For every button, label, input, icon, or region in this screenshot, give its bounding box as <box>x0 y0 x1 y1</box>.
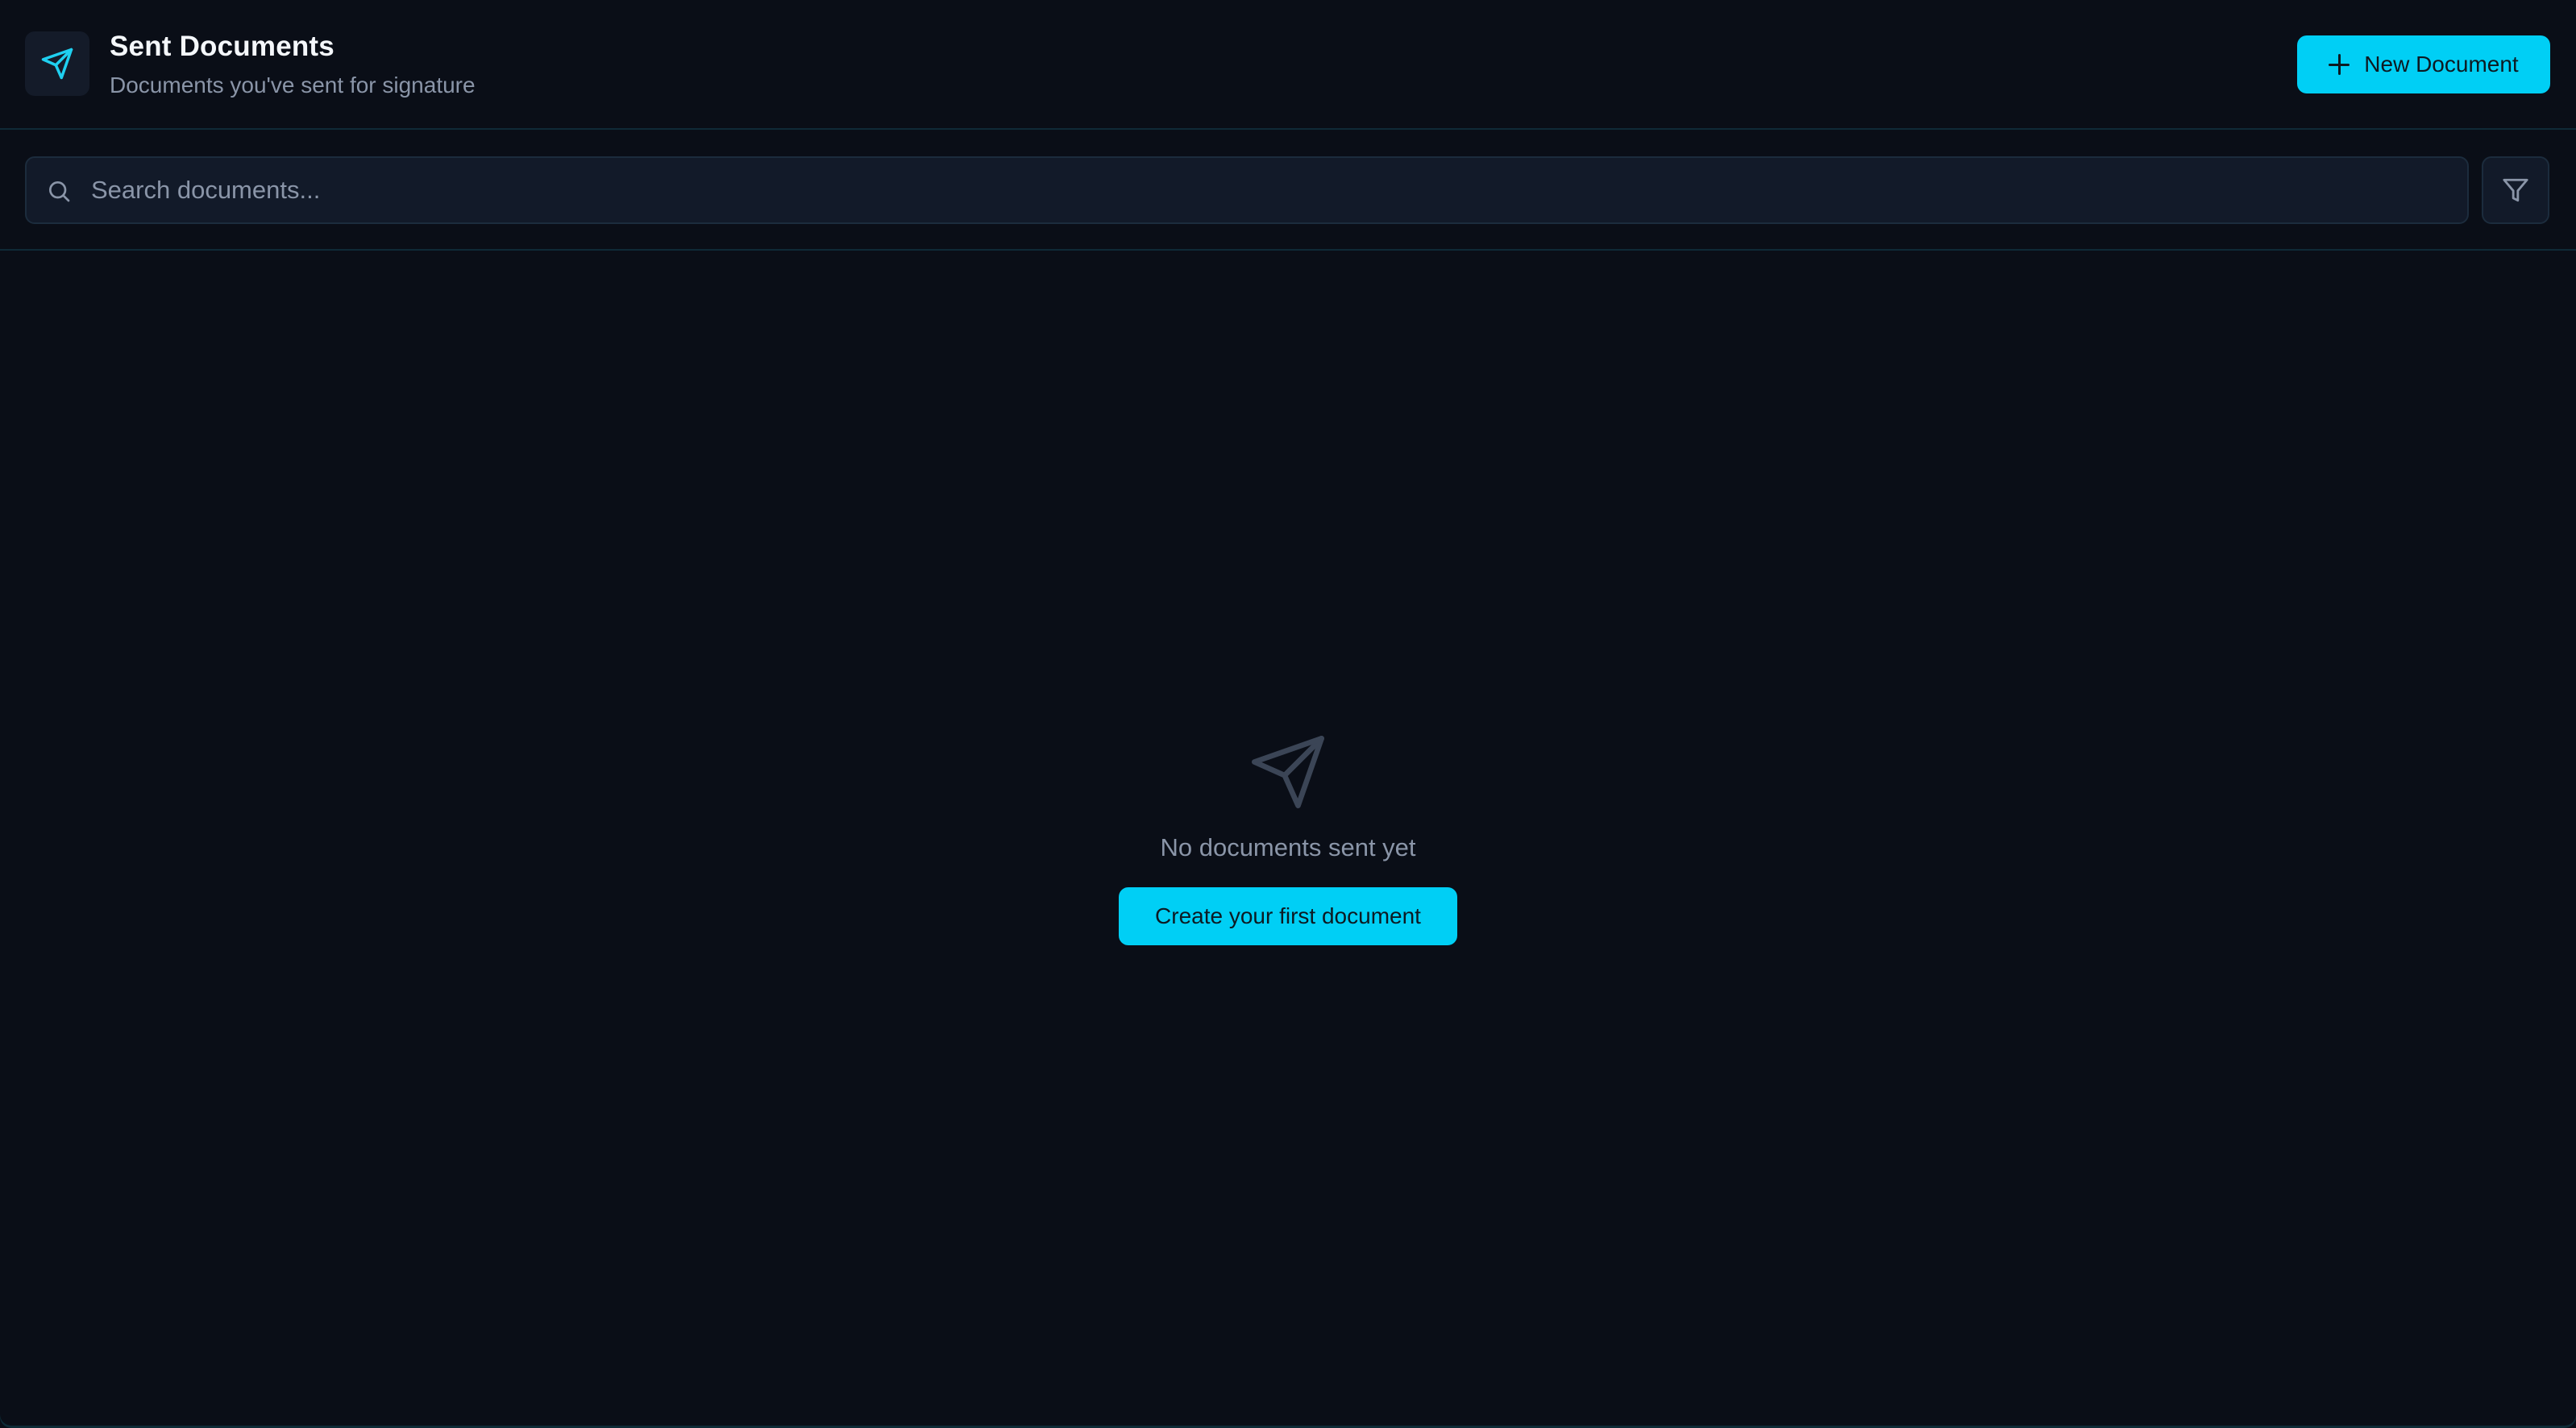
filter-icon <box>2503 178 2528 202</box>
new-document-label: New Document <box>2364 52 2519 77</box>
app-window: Sent Documents Documents you've sent for… <box>0 0 2576 1428</box>
empty-state: No documents sent yet Create your first … <box>0 251 2576 1428</box>
filter-button[interactable] <box>2482 156 2549 224</box>
new-document-button[interactable]: New Document <box>2297 35 2550 93</box>
header-send-icon <box>25 31 89 96</box>
create-first-document-button[interactable]: Create your first document <box>1119 887 1457 945</box>
search-toolbar <box>0 130 2576 251</box>
page-subtitle: Documents you've sent for signature <box>110 73 476 98</box>
page-title: Sent Documents <box>110 31 334 62</box>
empty-state-message: No documents sent yet <box>1160 833 1416 861</box>
page-header: Sent Documents Documents you've sent for… <box>0 0 2576 130</box>
send-icon <box>1252 736 1324 808</box>
search-input[interactable] <box>91 158 2453 222</box>
plus-icon <box>2329 54 2350 75</box>
search-box[interactable] <box>25 156 2469 224</box>
search-icon <box>49 181 70 202</box>
